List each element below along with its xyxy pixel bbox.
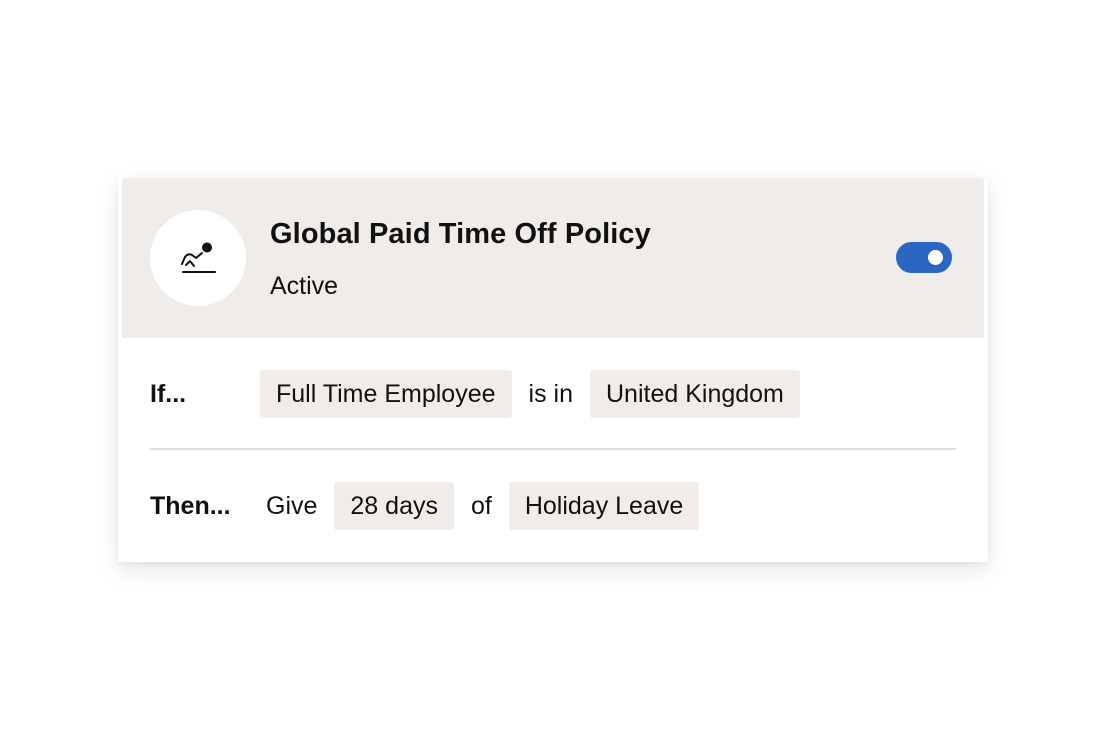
toggle-knob xyxy=(928,250,943,265)
then-label: Then... xyxy=(150,491,231,520)
policy-title: Global Paid Time Off Policy xyxy=(270,218,651,250)
policy-header: Global Paid Time Off Policy Active xyxy=(122,178,984,338)
policy-card: Global Paid Time Off Policy Active If...… xyxy=(118,178,988,562)
leave-amount-chip[interactable]: 28 days xyxy=(334,482,454,530)
policy-status: Active xyxy=(270,272,339,300)
leave-type-chip[interactable]: Holiday Leave xyxy=(508,482,700,530)
of-text: of xyxy=(470,491,492,520)
policy-avatar xyxy=(150,210,246,306)
operator-text: is in xyxy=(528,379,573,408)
divider xyxy=(150,448,956,450)
employee-type-chip[interactable]: Full Time Employee xyxy=(260,370,512,418)
holiday-person-icon xyxy=(181,242,216,273)
action-row: Then... Give 28 days of Holiday Leave xyxy=(150,482,700,530)
country-chip[interactable]: United Kingdom xyxy=(590,370,800,418)
if-label: If... xyxy=(150,379,187,408)
condition-row: If... Full Time Employee is in United Ki… xyxy=(150,370,800,418)
action-text: Give xyxy=(266,491,318,520)
policy-active-toggle[interactable] xyxy=(896,242,952,273)
